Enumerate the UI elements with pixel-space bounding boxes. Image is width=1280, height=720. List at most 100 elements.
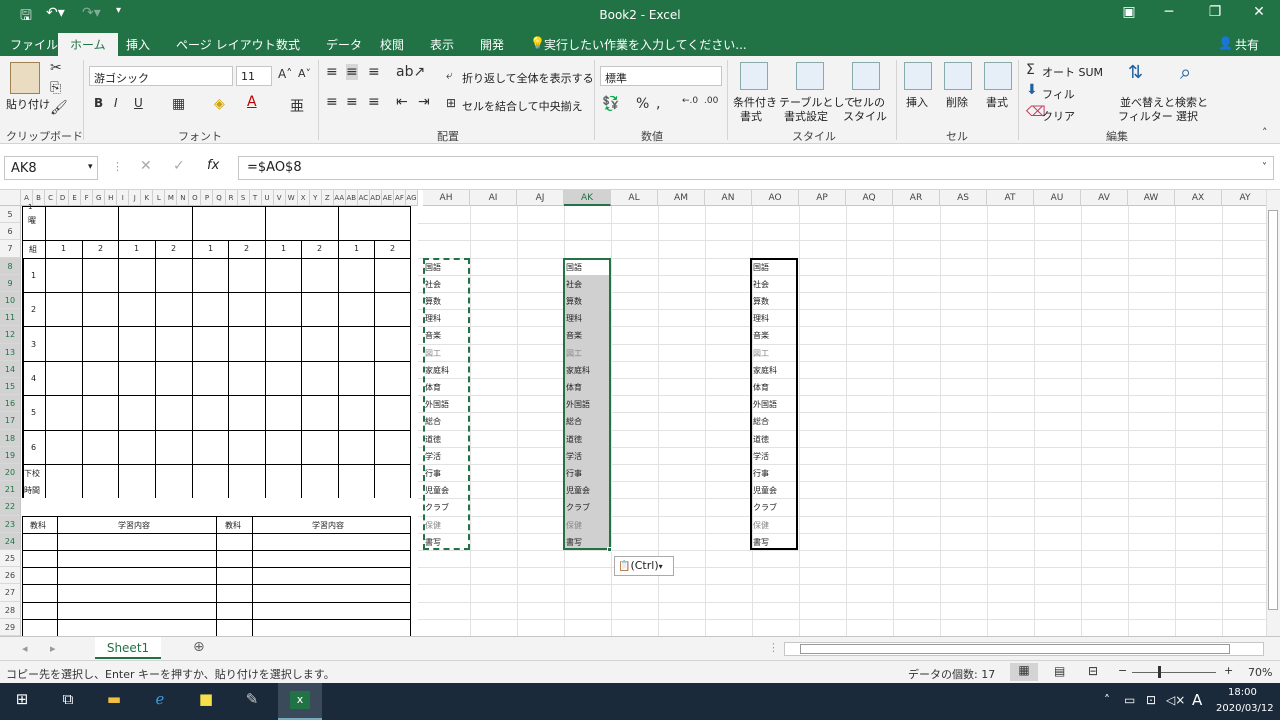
battery-icon[interactable]: ▭	[1124, 693, 1135, 707]
col-header[interactable]: AJ	[517, 190, 564, 206]
cancel-icon[interactable]: ✕	[140, 158, 152, 174]
page-layout-view-icon[interactable]: ▤	[1054, 664, 1065, 678]
col-header[interactable]: AF	[393, 190, 406, 206]
row-header[interactable]: 12	[0, 326, 21, 344]
phonetic-icon[interactable]: 亜	[290, 96, 304, 116]
col-header[interactable]: AY	[1222, 190, 1269, 206]
excel-taskbar-button[interactable]: x	[278, 683, 322, 720]
format-cells-button[interactable]: 書式	[986, 94, 1008, 110]
orientation-icon[interactable]: ab↗	[396, 64, 425, 80]
zoom-in-icon[interactable]: +	[1224, 664, 1233, 677]
network-icon[interactable]: ⊡	[1146, 693, 1156, 707]
align-left-icon[interactable]: ≡	[326, 94, 338, 110]
col-header[interactable]: R	[225, 190, 238, 206]
underline-icon[interactable]: U	[134, 96, 143, 110]
zoom-slider[interactable]	[1132, 672, 1216, 673]
row-header[interactable]: 13	[0, 343, 21, 361]
col-header[interactable]: Z	[321, 190, 334, 206]
tab-home[interactable]: ホーム	[58, 33, 118, 56]
normal-view-icon[interactable]: ▦	[1010, 663, 1038, 681]
save-icon[interactable]: 🖫	[20, 5, 32, 29]
font-color-icon[interactable]: A	[247, 94, 257, 110]
col-header[interactable]: L	[153, 190, 166, 206]
sticky-notes-icon[interactable]: ■	[194, 690, 218, 712]
edge-icon[interactable]: ℯ	[148, 690, 172, 712]
comma-icon[interactable]: ,	[656, 96, 660, 112]
enter-icon[interactable]: ✓	[173, 158, 185, 174]
scroll-left-icon[interactable]: ◂	[22, 642, 28, 655]
row-header[interactable]: 16	[0, 395, 21, 413]
format-as-table-label2[interactable]: 書式設定	[784, 108, 828, 124]
zoom-slider-thumb[interactable]	[1158, 666, 1161, 678]
col-header[interactable]: AM	[658, 190, 705, 206]
tab-page-layout[interactable]: ページ レイアウト	[176, 36, 276, 53]
col-header[interactable]: D	[57, 190, 70, 206]
col-header[interactable]: G	[93, 190, 106, 206]
col-header[interactable]: AR	[893, 190, 940, 206]
maximize-button[interactable]: ❐	[1200, 4, 1230, 20]
col-header[interactable]: AN	[705, 190, 752, 206]
conditional-format-label2[interactable]: 書式	[740, 108, 762, 124]
sheet-tab-sheet1[interactable]: Sheet1	[95, 637, 161, 659]
percent-icon[interactable]: %	[636, 96, 649, 112]
clock-date[interactable]: 2020/03/12	[1216, 703, 1274, 714]
bold-icon[interactable]: B	[94, 96, 103, 110]
row-header[interactable]: 19	[0, 446, 21, 464]
autosum-button[interactable]: オート SUM	[1042, 64, 1103, 80]
increase-decimal-icon[interactable]: ←.0	[682, 96, 698, 106]
align-center-icon[interactable]: ≡	[346, 94, 358, 110]
format-painter-icon[interactable]: 🖌	[50, 100, 68, 116]
col-header[interactable]: AV	[1081, 190, 1128, 206]
tab-file[interactable]: ファイル	[10, 36, 58, 53]
col-header[interactable]: W	[285, 190, 298, 206]
fill-color-icon[interactable]: ◈	[214, 96, 225, 112]
paste-icon[interactable]	[10, 62, 40, 94]
align-top-icon[interactable]: ≡	[326, 64, 338, 80]
tab-data[interactable]: データ	[326, 36, 362, 53]
cut-icon[interactable]: ✂	[50, 60, 62, 76]
col-header[interactable]: Q	[213, 190, 226, 206]
zoom-out-icon[interactable]: −	[1118, 664, 1127, 677]
col-header[interactable]: V	[273, 190, 286, 206]
row-header[interactable]: 21	[0, 481, 21, 499]
tab-insert[interactable]: 挿入	[126, 36, 150, 53]
font-name-select[interactable]: 游ゴシック	[89, 66, 233, 86]
fill-handle[interactable]	[607, 547, 612, 552]
col-header[interactable]: AG	[405, 190, 418, 206]
col-header[interactable]: E	[69, 190, 82, 206]
col-header[interactable]: AA	[333, 190, 346, 206]
insert-cells-button[interactable]: 挿入	[906, 94, 928, 110]
col-header[interactable]: AW	[1128, 190, 1175, 206]
tab-developer[interactable]: 開発	[480, 36, 504, 53]
customize-qat-icon[interactable]: ▾	[116, 5, 121, 16]
col-header[interactable]: AI	[470, 190, 517, 206]
col-header[interactable]: AD	[369, 190, 382, 206]
col-header[interactable]: B	[33, 190, 46, 206]
col-header[interactable]: C	[45, 190, 58, 206]
borders-icon[interactable]: ▦	[172, 96, 185, 112]
vertical-scroll-thumb[interactable]	[1268, 210, 1278, 610]
wrap-text-button[interactable]: 折り返して全体を表示する	[462, 70, 594, 86]
row-header[interactable]: 23	[0, 515, 21, 533]
row-header[interactable]: 18	[0, 429, 21, 447]
col-header[interactable]: T	[249, 190, 262, 206]
row-header[interactable]: 5	[0, 206, 21, 224]
minimize-button[interactable]: ─	[1154, 4, 1184, 20]
close-button[interactable]: ✕	[1244, 4, 1274, 20]
name-box[interactable]: AK8	[4, 156, 98, 180]
row-header[interactable]: 6	[0, 223, 21, 241]
col-header[interactable]: K	[141, 190, 154, 206]
italic-icon[interactable]: I	[114, 96, 118, 110]
col-header[interactable]: AL	[611, 190, 658, 206]
windows-start-icon[interactable]: ⊞	[10, 690, 34, 712]
col-header[interactable]: AC	[357, 190, 370, 206]
col-header[interactable]: AQ	[846, 190, 893, 206]
insert-function-icon[interactable]: fx	[207, 158, 219, 173]
col-header[interactable]: AH	[423, 190, 470, 206]
page-break-view-icon[interactable]: ⊟	[1088, 664, 1098, 678]
row-header[interactable]: 20	[0, 464, 21, 482]
copy-icon[interactable]: ⎘	[50, 80, 61, 96]
col-header[interactable]: AX	[1175, 190, 1222, 206]
col-header[interactable]: U	[261, 190, 274, 206]
expand-formula-icon[interactable]: ˅	[1262, 162, 1267, 173]
